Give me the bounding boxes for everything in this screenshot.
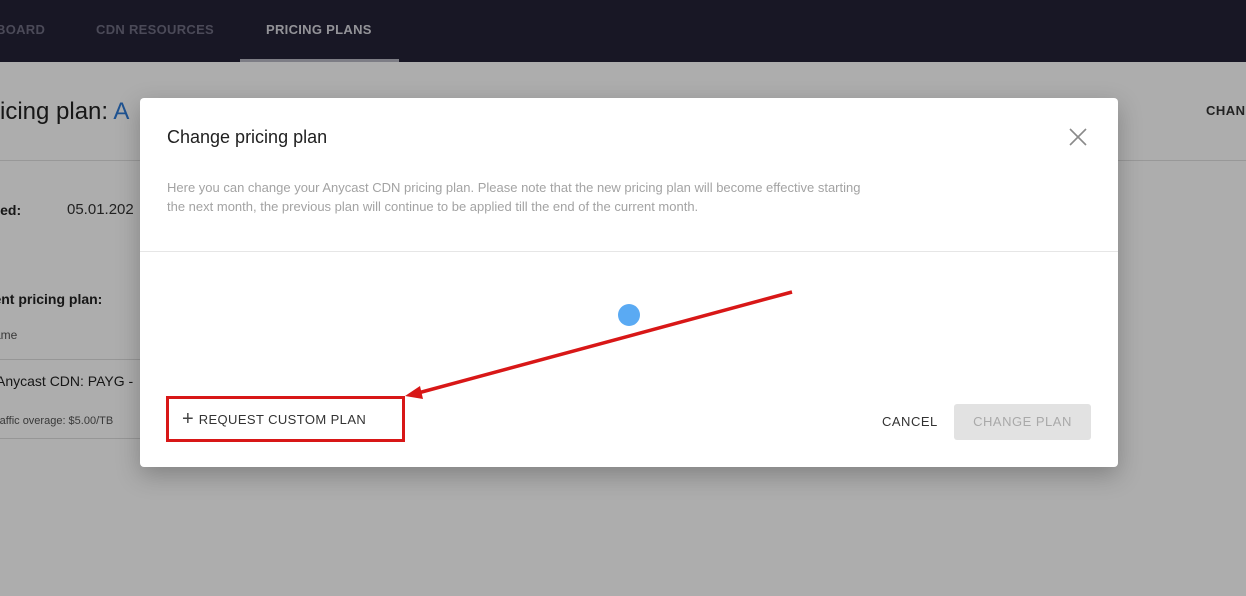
request-custom-plan-label: REQUEST CUSTOM PLAN	[198, 411, 367, 427]
change-plan-button[interactable]: CHANGE PLAN	[954, 404, 1091, 440]
close-button[interactable]	[1066, 125, 1090, 149]
change-pricing-plan-dialog: Change pricing plan Here you can change …	[140, 98, 1118, 467]
divider	[140, 251, 1118, 252]
close-icon	[1069, 128, 1087, 146]
dialog-title: Change pricing plan	[167, 127, 328, 147]
plus-icon: +	[182, 408, 194, 430]
dialog-description: Here you can change your Anycast CDN pri…	[167, 180, 861, 214]
request-custom-plan-button[interactable]: + REQUEST CUSTOM PLAN	[166, 396, 405, 442]
cancel-button[interactable]: CANCEL	[882, 404, 938, 440]
loading-spinner	[618, 304, 640, 326]
